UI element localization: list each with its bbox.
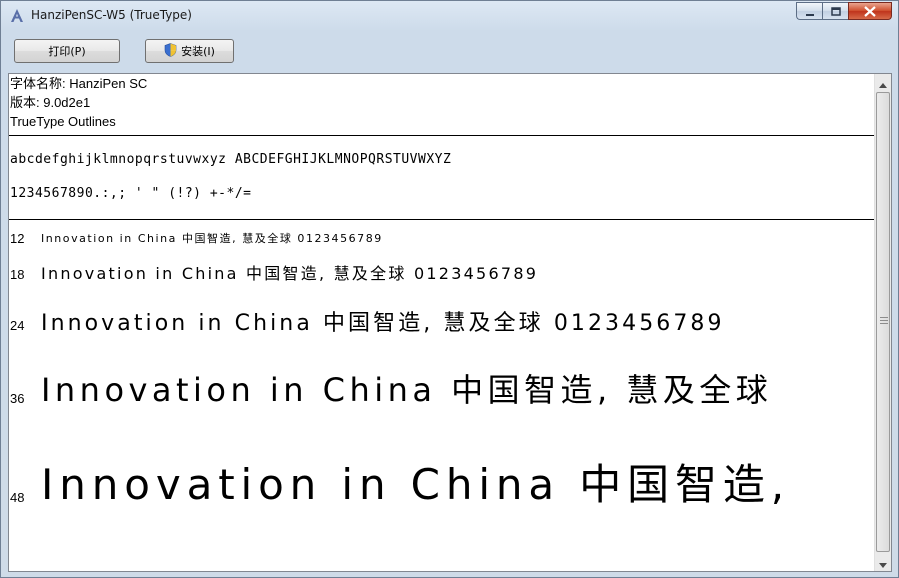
- arrow-down-icon: [879, 553, 887, 571]
- sample-text: Innovation in China 中国智造,: [41, 460, 791, 509]
- font-version: 版本: 9.0d2e1: [10, 95, 91, 110]
- sample-size-label: 36: [10, 391, 25, 406]
- sample-row-18: 18 Innovation in China 中国智造, 慧及全球 012345…: [9, 257, 875, 287]
- print-button[interactable]: 打印(P): [14, 39, 120, 63]
- sample-size-label: 48: [10, 490, 25, 505]
- sample-row-12: 12 Innovation in China 中国智造, 慧及全球 012345…: [9, 227, 875, 249]
- caption-buttons: [796, 2, 892, 21]
- scroll-down-button[interactable]: [875, 554, 891, 571]
- minimize-button[interactable]: [796, 2, 822, 20]
- vertical-scrollbar[interactable]: [874, 74, 891, 571]
- sample-row-36: 36 Innovation in China 中国智造, 慧及全球: [9, 359, 875, 414]
- font-viewer-window: HanziPenSC-W5 (TrueType) 打印(P) 安装(I) 字体名…: [0, 0, 899, 578]
- sample-text: Innovation in China 中国智造, 慧及全球 012345678…: [41, 232, 383, 245]
- grip-line: [880, 323, 888, 324]
- install-button-label: 安装(I): [181, 45, 215, 58]
- scroll-up-button[interactable]: [875, 74, 891, 91]
- maximize-icon: [830, 2, 841, 21]
- digits-symbols-line: 1234567890.:,; ' " (!?) +-*/=: [10, 186, 252, 201]
- shield-icon: [164, 42, 177, 60]
- print-button-label: 打印(P): [48, 45, 86, 58]
- arrow-up-icon: [879, 74, 887, 92]
- font-name: 字体名称: HanziPen SC: [10, 76, 148, 91]
- scrollbar-thumb[interactable]: [876, 92, 890, 552]
- toolbar: 打印(P) 安装(I): [8, 31, 891, 69]
- sample-row-48: 48 Innovation in China 中国智造,: [9, 444, 875, 519]
- sample-size-label: 24: [10, 318, 25, 333]
- font-preview-icon: [9, 8, 25, 24]
- divider: [9, 135, 876, 136]
- sample-size-label: 12: [10, 231, 25, 246]
- sample-text: Innovation in China 中国智造, 慧及全球 012345678…: [41, 264, 539, 283]
- maximize-button[interactable]: [822, 2, 848, 20]
- grip-line: [880, 317, 888, 318]
- font-info: 字体名称: HanziPen SC 版本: 9.0d2e1 TrueType O…: [9, 74, 147, 131]
- title-bar[interactable]: HanziPenSC-W5 (TrueType): [1, 1, 898, 31]
- font-preview-pane[interactable]: 字体名称: HanziPen SC 版本: 9.0d2e1 TrueType O…: [8, 73, 892, 572]
- alphabet-line: abcdefghijklmnopqrstuvwxyz ABCDEFGHIJKLM…: [10, 152, 452, 167]
- close-icon: [864, 2, 876, 21]
- font-outline-type: TrueType Outlines: [10, 114, 116, 129]
- sample-row-24: 24 Innovation in China 中国智造, 慧及全球 012345…: [9, 302, 875, 340]
- window-title: HanziPenSC-W5 (TrueType): [31, 8, 192, 22]
- sample-size-label: 18: [10, 267, 25, 282]
- divider: [9, 219, 876, 220]
- install-button[interactable]: 安装(I): [145, 39, 234, 63]
- sample-text: Innovation in China 中国智造, 慧及全球 012345678…: [41, 311, 725, 336]
- minimize-icon: [805, 2, 815, 21]
- sample-text: Innovation in China 中国智造, 慧及全球: [41, 371, 773, 409]
- close-button[interactable]: [848, 2, 892, 20]
- grip-line: [880, 320, 888, 321]
